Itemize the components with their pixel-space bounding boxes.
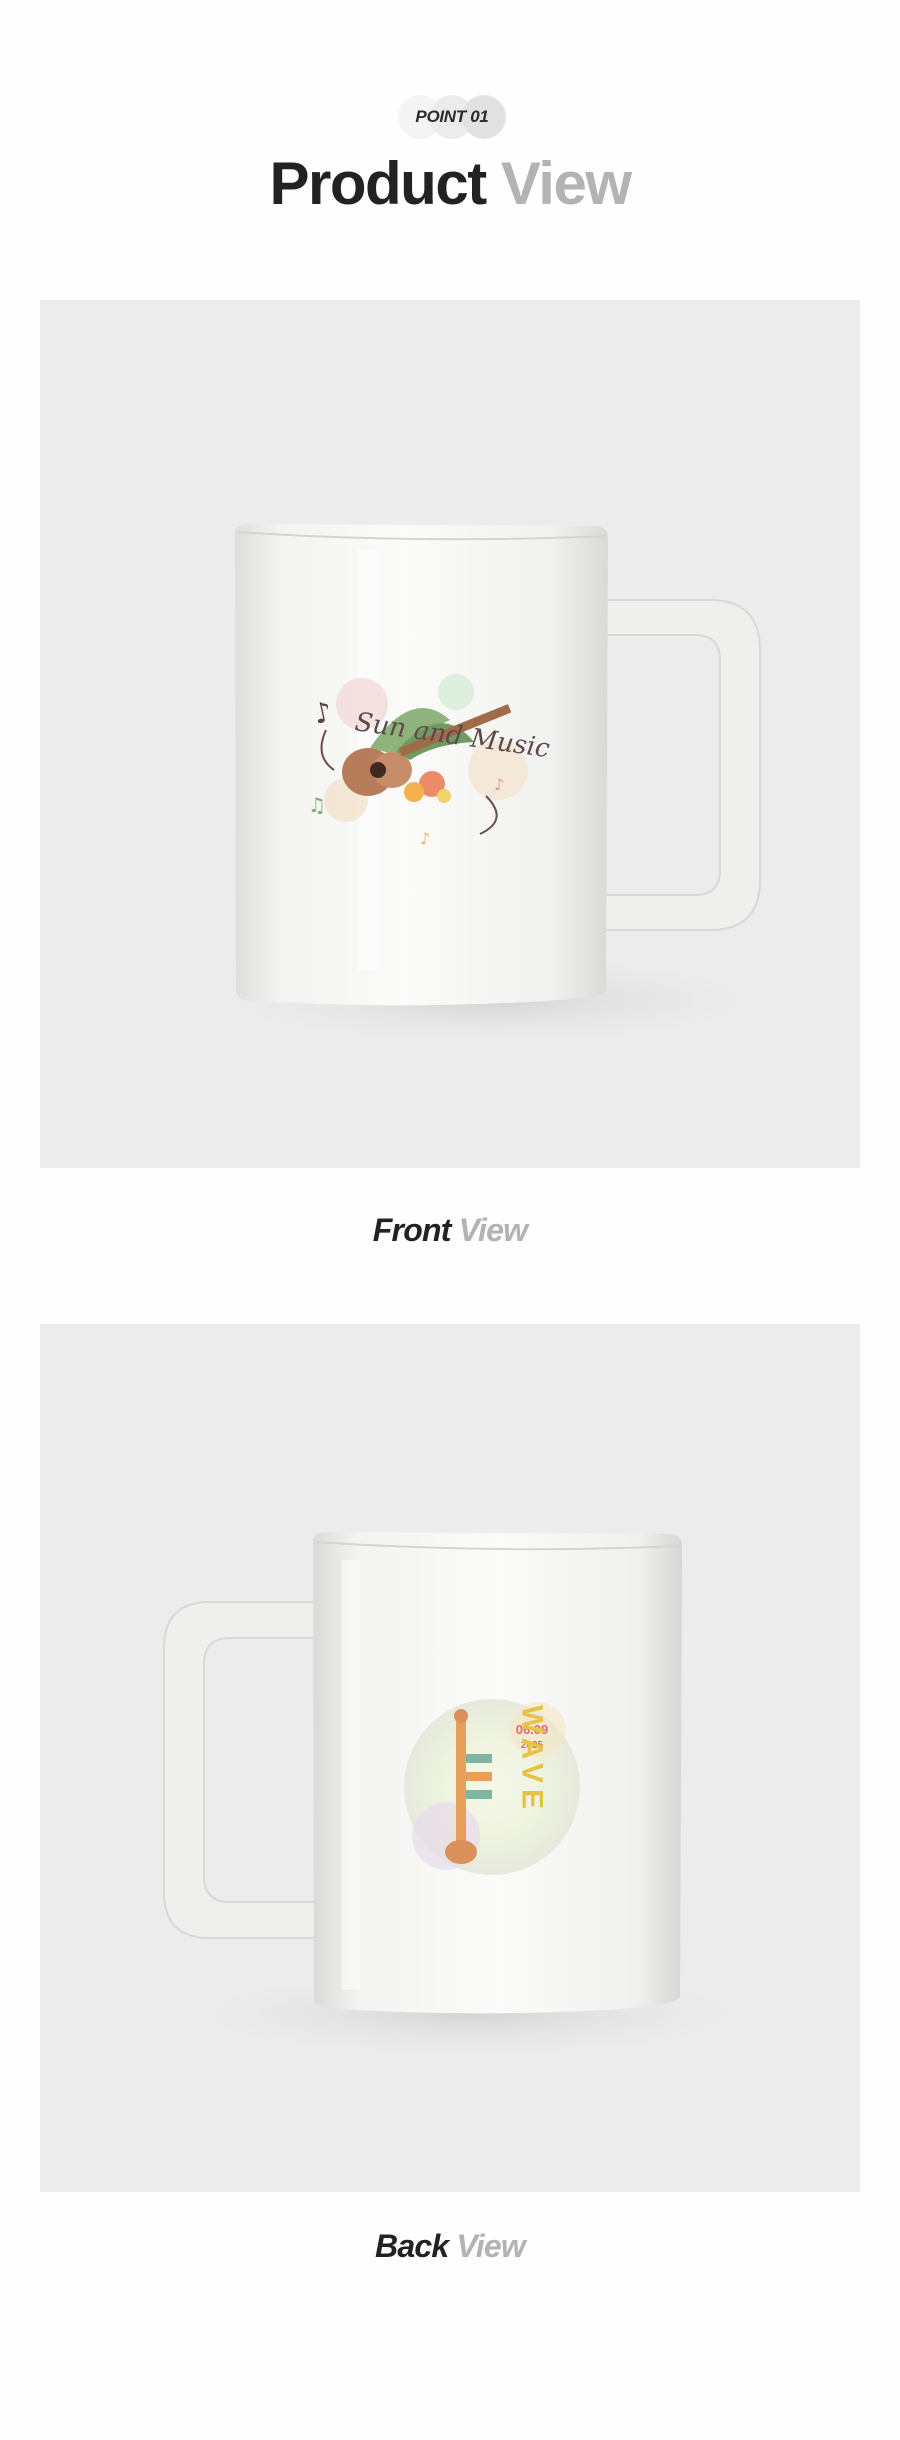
- page-title-accent: View: [500, 150, 632, 217]
- svg-text:♫: ♫: [308, 793, 326, 817]
- front-mug-illustration: ♪ ♫ ♪ ♪ Sun and Music: [190, 524, 790, 1048]
- front-view-caption: Front View: [0, 1210, 900, 1250]
- svg-text:♪: ♪: [494, 775, 504, 794]
- front-caption-main: Front: [372, 1212, 452, 1248]
- mug-highlight: [342, 1560, 360, 1990]
- mug-body: [235, 524, 608, 1006]
- back-caption-main: Back: [375, 2228, 449, 2264]
- back-mug-illustration: 06.09 2025 WAVE: [160, 1532, 780, 2060]
- point-badge: POINT 01: [398, 95, 506, 139]
- back-view-caption: Back View: [0, 2226, 900, 2266]
- back-caption-accent: View: [456, 2228, 525, 2264]
- back-view-photo: 06.09 2025 WAVE: [40, 1324, 860, 2192]
- print-word: WAVE: [516, 1705, 549, 1815]
- svg-text:♪: ♪: [420, 829, 430, 848]
- mug-handle: [599, 599, 761, 931]
- page-title: Product View: [0, 146, 900, 222]
- front-caption-accent: View: [458, 1212, 528, 1248]
- front-view-photo: ♪ ♫ ♪ ♪ Sun and Music: [40, 300, 860, 1168]
- page-title-main: Product: [269, 150, 488, 217]
- wave-print: 06.09 2025 WAVE: [404, 1699, 580, 1875]
- badge-label: POINT 01: [415, 107, 489, 126]
- mug-handle: [163, 1601, 321, 1939]
